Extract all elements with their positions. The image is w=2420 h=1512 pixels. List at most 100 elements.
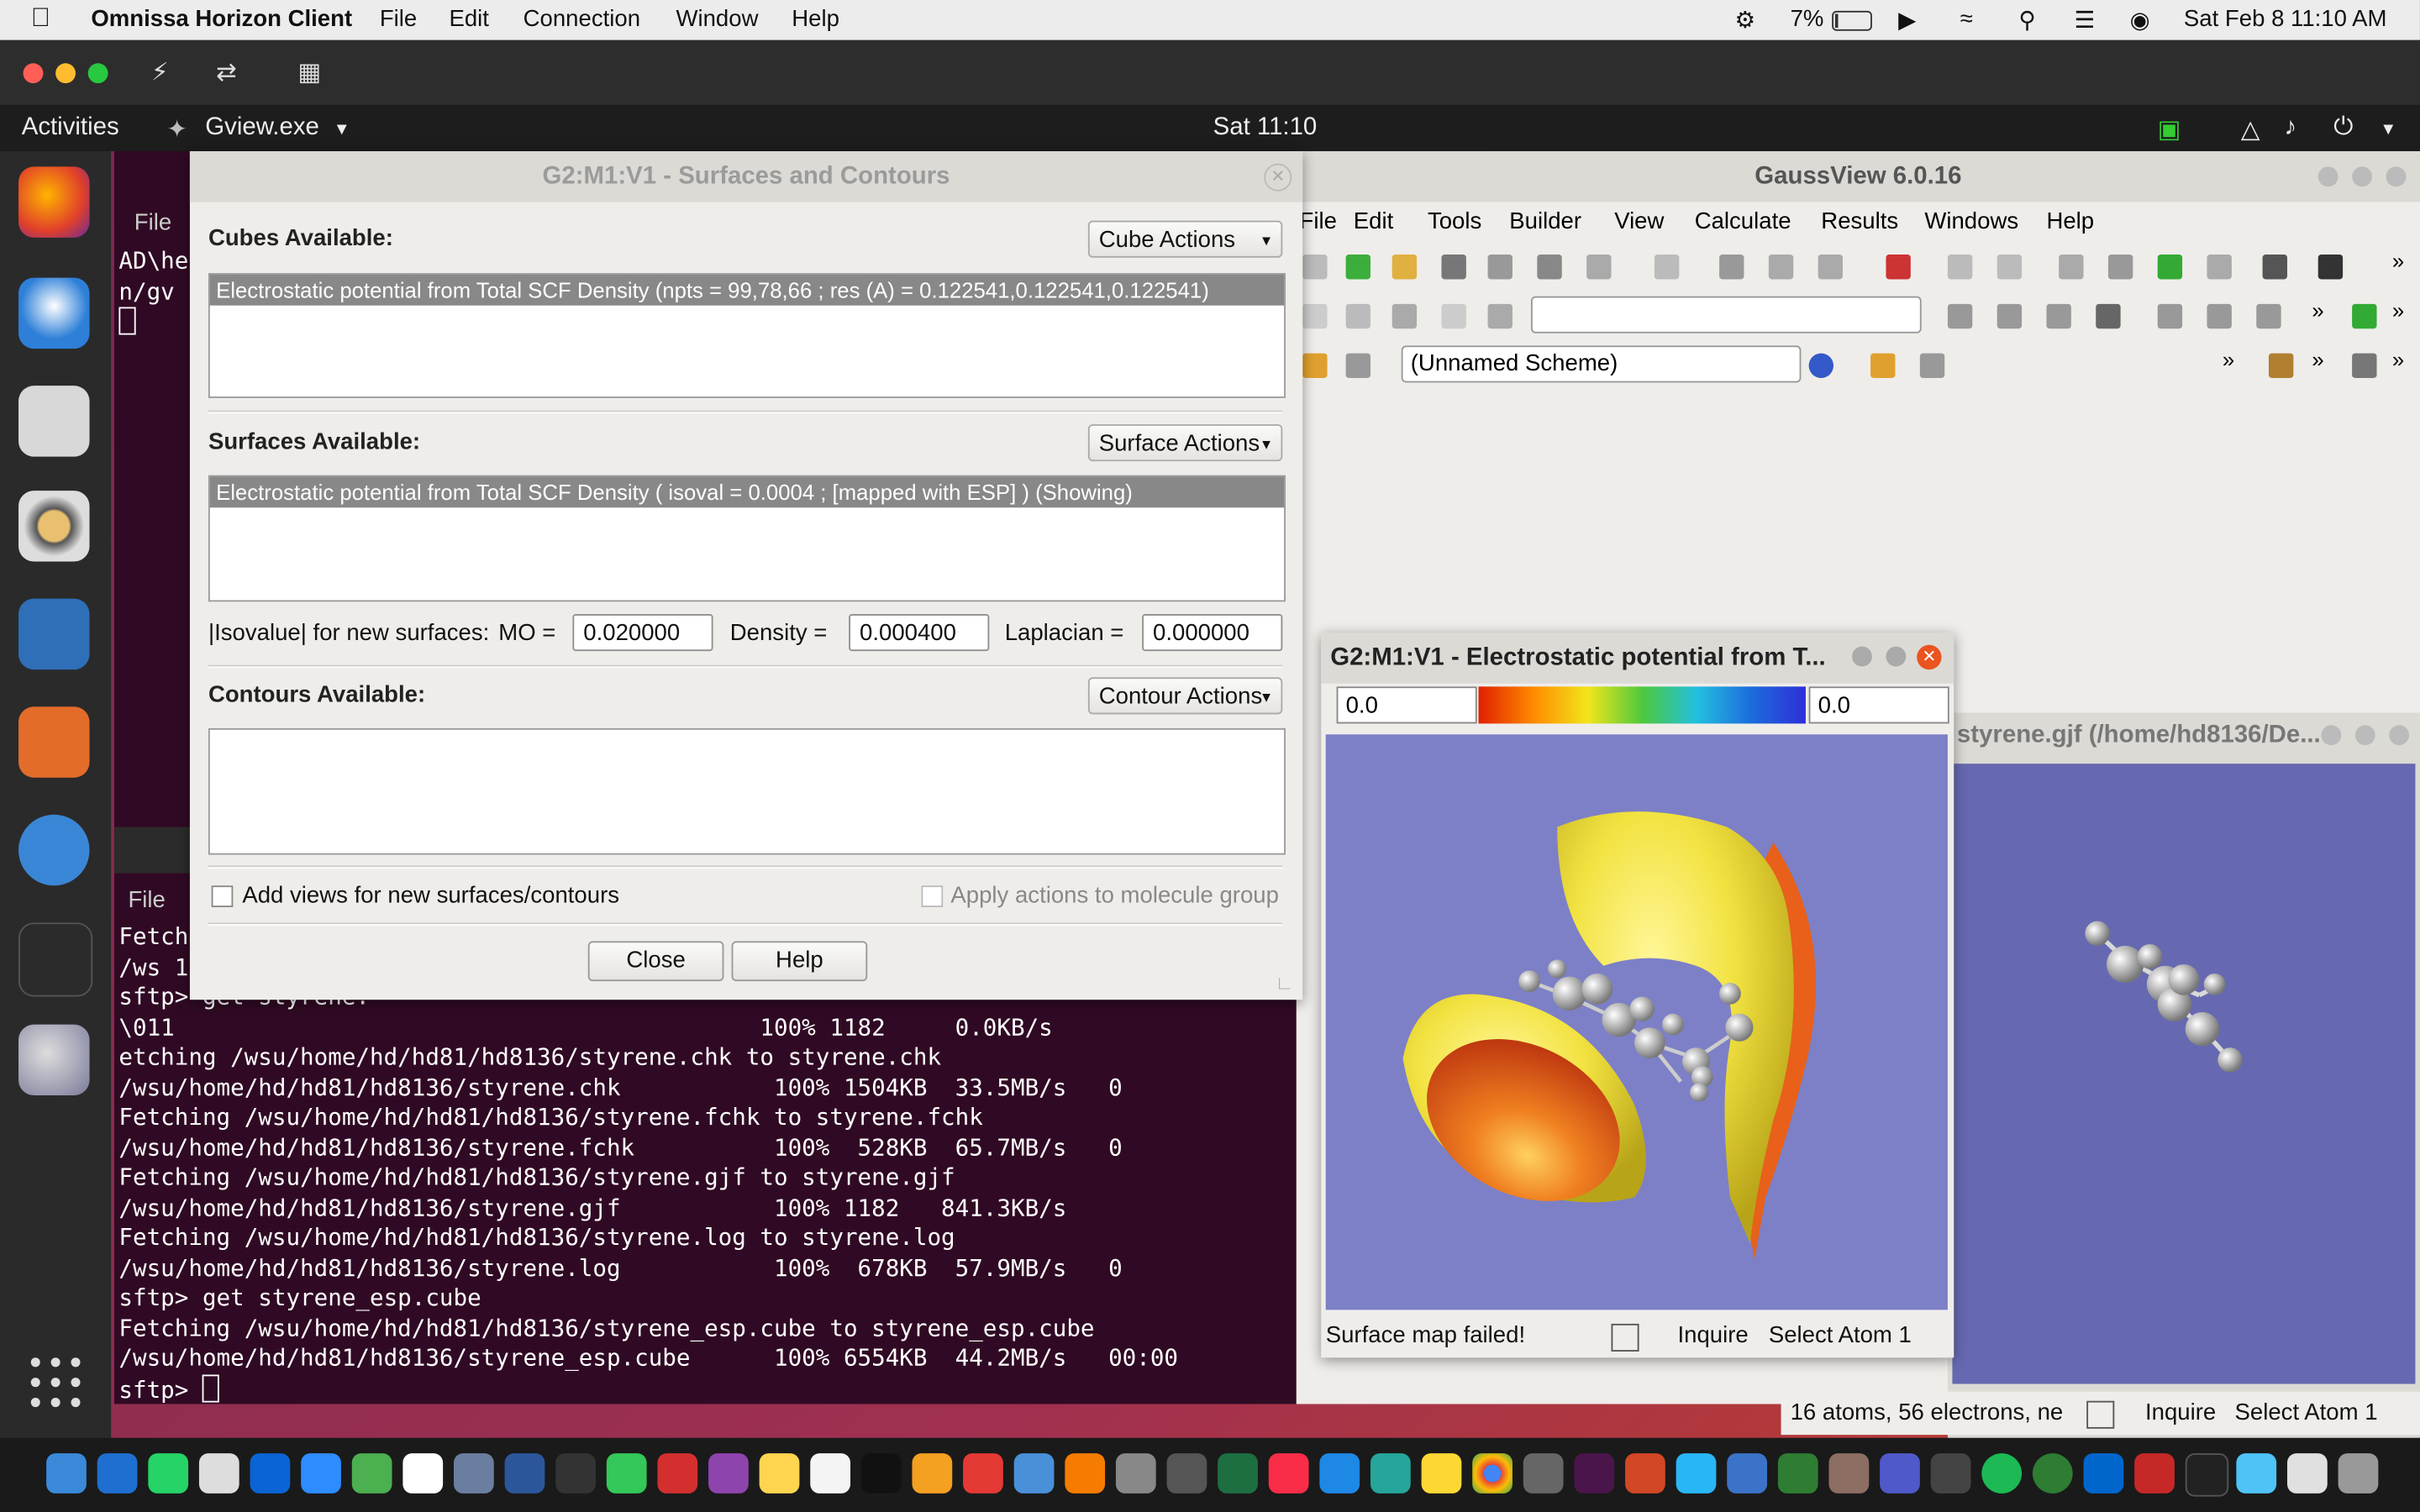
close-button[interactable]: Close [587, 941, 724, 982]
battery-icon[interactable] [1832, 10, 1872, 31]
overflow-icon[interactable]: » [2312, 297, 2323, 322]
music-icon[interactable] [1268, 1453, 1309, 1494]
styrene-canvas[interactable] [1952, 764, 2416, 1384]
overflow-icon[interactable]: » [2223, 347, 2234, 371]
cubes-list[interactable]: Electrostatic potential from Total SCF D… [208, 273, 1286, 398]
siri-icon[interactable]: ◉ [2130, 6, 2150, 34]
save-icon[interactable] [1441, 255, 1466, 280]
apple-icon[interactable]:  [31, 3, 50, 34]
close-button[interactable] [2386, 166, 2407, 187]
acrobat-pro-icon[interactable] [657, 1453, 698, 1494]
cloud-icon[interactable] [2236, 1453, 2277, 1494]
files-icon[interactable] [18, 386, 90, 457]
gv-menu-builder[interactable]: Builder [1509, 208, 1581, 234]
thunderbird-icon[interactable] [18, 277, 90, 349]
overflow-icon[interactable]: » [2392, 297, 2404, 322]
search-icon[interactable]: ⚲ [2018, 6, 2035, 34]
cut-icon[interactable] [1719, 255, 1744, 280]
firefox-icon[interactable] [18, 166, 90, 238]
overflow-icon[interactable]: » [2392, 347, 2404, 371]
help-button[interactable]: Help [731, 941, 868, 982]
gv-menu-tools[interactable]: Tools [1428, 208, 1481, 234]
gv-menu-help[interactable]: Help [2046, 208, 2094, 234]
atom-icon[interactable] [1302, 303, 1328, 329]
terminal-icon[interactable] [18, 922, 93, 997]
invert-icon[interactable] [2256, 303, 2281, 329]
add-icon[interactable] [1345, 255, 1370, 280]
rhythmbox-icon[interactable] [18, 491, 90, 562]
power-icon[interactable]: ⏻ [2333, 114, 2353, 142]
play-icon[interactable]: ▶ [1898, 6, 1916, 34]
apply-actions-checkbox[interactable] [921, 885, 944, 907]
app-store-icon[interactable] [1319, 1453, 1360, 1494]
openai-icon[interactable] [2286, 1453, 2328, 1494]
calculator-icon[interactable] [1523, 1453, 1564, 1494]
activity-icon[interactable] [555, 1453, 596, 1494]
preview-icon[interactable] [453, 1453, 494, 1494]
terminal-dock-icon[interactable] [2185, 1453, 2229, 1497]
laplacian-input[interactable]: 0.000000 [1142, 614, 1283, 652]
settings-icon[interactable] [1115, 1453, 1156, 1494]
finder-icon[interactable] [46, 1453, 87, 1494]
whatsapp-icon[interactable] [148, 1453, 189, 1494]
help-icon[interactable] [18, 814, 90, 886]
scheme-combo[interactable]: (Unnamed Scheme) [1401, 345, 1802, 383]
gv-menu-calculate[interactable]: Calculate [1695, 208, 1791, 234]
gv-menu-edit[interactable]: Edit [1354, 208, 1393, 234]
trash-icon[interactable] [2338, 1453, 2379, 1494]
word-icon[interactable] [504, 1453, 545, 1494]
display-format-icon[interactable] [1345, 353, 1370, 378]
minimize-button[interactable] [1852, 646, 1872, 667]
menu-window[interactable]: Window [676, 6, 758, 32]
surface-actions-button[interactable]: Surface Actions ▼ [1087, 424, 1283, 462]
add-views-checkbox[interactable] [211, 885, 234, 907]
usb-icon[interactable]: ⇄ [216, 57, 237, 88]
teal-app-icon[interactable] [1370, 1453, 1411, 1494]
window-close-button[interactable] [23, 63, 44, 84]
paste-icon[interactable] [1818, 255, 1844, 280]
ctrl-alt-del-icon[interactable]: ⚡ [151, 57, 169, 88]
menu-help[interactable]: Help [792, 6, 839, 32]
docker-icon[interactable] [97, 1453, 138, 1494]
acrobat-icon[interactable] [2134, 1453, 2175, 1494]
inquire-icon[interactable] [2096, 303, 2121, 329]
rebond-icon[interactable] [2207, 255, 2232, 280]
windows-tile-icon[interactable] [2352, 303, 2377, 329]
slack-icon[interactable] [1574, 1453, 1615, 1494]
minimize-button[interactable] [2317, 166, 2338, 187]
sym-icon[interactable] [2107, 255, 2133, 280]
close-icon[interactable]: ✕ [1917, 644, 1942, 670]
system-menu-chevron-icon[interactable]: ▼ [2380, 120, 2396, 139]
vpn-icon[interactable]: ⚙ [1734, 6, 1755, 34]
notes-icon[interactable] [198, 1453, 239, 1494]
cube-list-item[interactable]: Electrostatic potential from Total SCF D… [209, 274, 1285, 306]
network-status-icon[interactable]: △ [2241, 114, 2260, 145]
cube-actions-button[interactable]: Cube Actions ▼ [1087, 220, 1283, 258]
esp-canvas[interactable] [1325, 734, 1948, 1310]
app-launcher-icon[interactable] [1166, 1453, 1207, 1494]
angle-icon[interactable] [1996, 303, 2023, 329]
globe-icon[interactable] [1808, 353, 1833, 378]
status-icon[interactable] [1611, 1323, 1639, 1352]
stickies-icon[interactable] [759, 1453, 800, 1494]
maximize-button[interactable] [1886, 646, 1907, 667]
chevron-down-icon[interactable]: ▼ [334, 120, 350, 139]
esp-min-input[interactable]: 0.0 [1336, 686, 1477, 724]
list-icon[interactable] [1654, 255, 1680, 280]
terminal-file-menu-top[interactable]: File [134, 210, 171, 236]
menu-connection[interactable]: Connection [523, 6, 640, 32]
measure-icon[interactable] [1870, 353, 1896, 378]
window-zoom-button[interactable] [87, 63, 108, 84]
delete-atom-icon[interactable] [2207, 303, 2232, 329]
photos-icon[interactable] [912, 1453, 953, 1494]
spotify-icon[interactable] [1981, 1453, 2023, 1494]
activities-button[interactable]: Activities [22, 114, 119, 142]
view-copy-icon[interactable] [1586, 255, 1612, 280]
tv-icon[interactable] [860, 1453, 902, 1494]
maximize-button[interactable] [2354, 725, 2375, 746]
new-file-icon[interactable] [1302, 255, 1328, 280]
bond-icon[interactable] [2157, 255, 2183, 280]
add-valence-icon[interactable] [2157, 303, 2183, 329]
dihedral-icon[interactable] [2046, 303, 2071, 329]
print-icon[interactable] [1487, 255, 1512, 280]
